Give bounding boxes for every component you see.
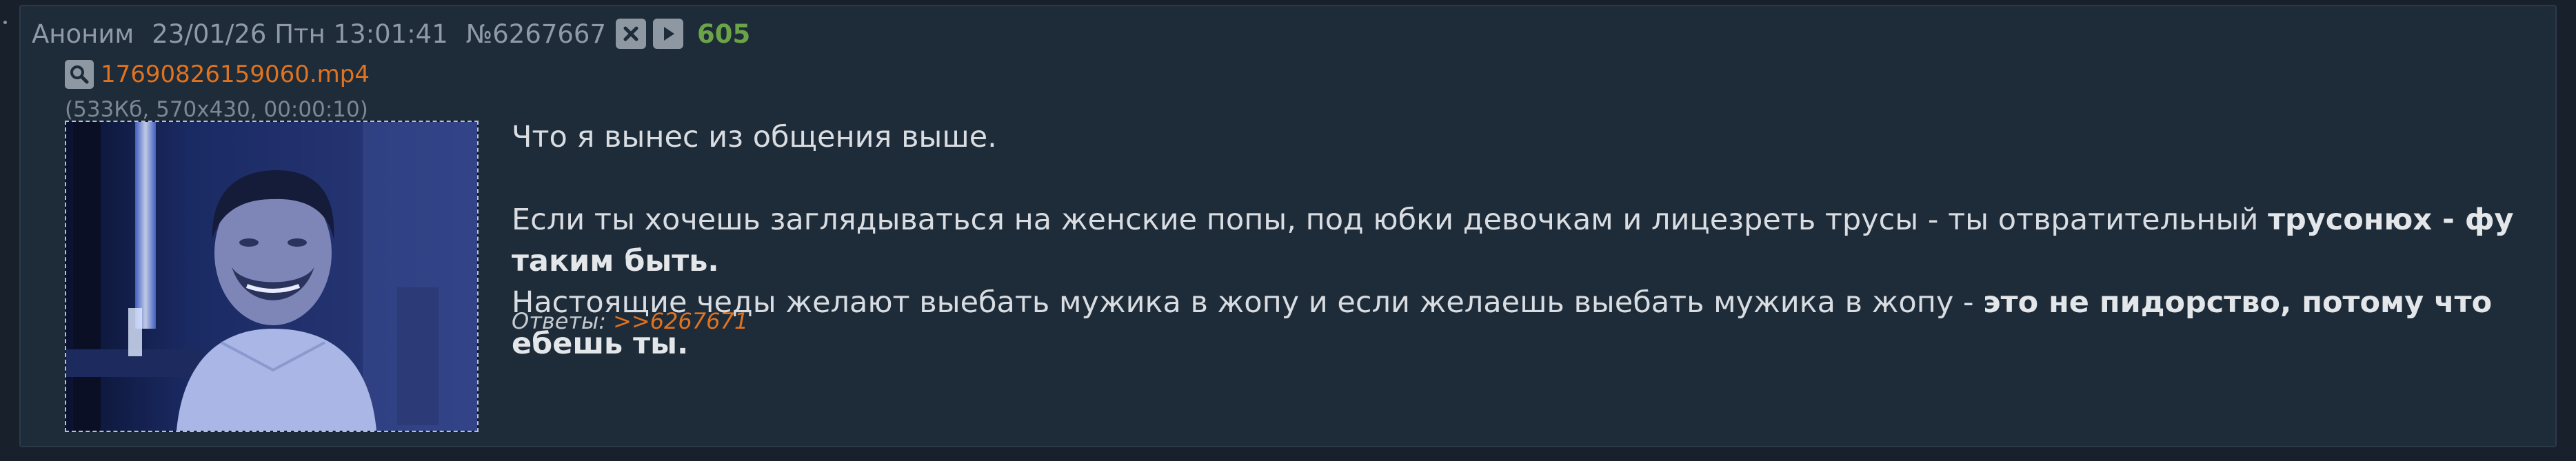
- reply-link[interactable]: >>6267671: [613, 308, 748, 334]
- post-datetime: 23/01/26 Птн 13:01:41: [152, 19, 448, 49]
- bullet-dot: [3, 21, 7, 24]
- file-info: (533Кб, 570x430, 00:00:10): [65, 97, 368, 122]
- post-count: 605: [697, 19, 751, 49]
- post-author: Аноним: [32, 19, 134, 49]
- file-row: 17690826159060.mp4: [65, 60, 370, 89]
- post-header: Аноним 23/01/26 Птн 13:01:41 №6267667 60…: [32, 14, 750, 53]
- file-name-link[interactable]: 17690826159060.mp4: [101, 61, 370, 88]
- replies-label: Ответы:: [512, 308, 607, 334]
- post-message: Что я вынес из общения выше. Если ты хоч…: [512, 116, 2553, 365]
- message-line-2: Если ты хочешь заглядываться на женские …: [512, 199, 2553, 282]
- replies-row: Ответы: >>6267671: [512, 308, 748, 334]
- page: Аноним 23/01/26 Птн 13:01:41 №6267667 60…: [0, 0, 2576, 461]
- message-line-1: Что я вынес из общения выше.: [512, 120, 997, 154]
- post-number[interactable]: №6267667: [466, 19, 606, 49]
- post-container: Аноним 23/01/26 Птн 13:01:41 №6267667 60…: [19, 5, 2557, 447]
- search-icon[interactable]: [65, 60, 94, 89]
- thumbnail-image: [66, 122, 477, 431]
- play-icon[interactable]: [653, 19, 684, 49]
- video-thumbnail[interactable]: [65, 121, 479, 432]
- close-x-icon[interactable]: [616, 19, 647, 49]
- message-line-3: Настоящие чеды желают выебать мужика в ж…: [512, 282, 2553, 365]
- message-line-2-text: Если ты хочешь заглядываться на женские …: [512, 203, 2268, 237]
